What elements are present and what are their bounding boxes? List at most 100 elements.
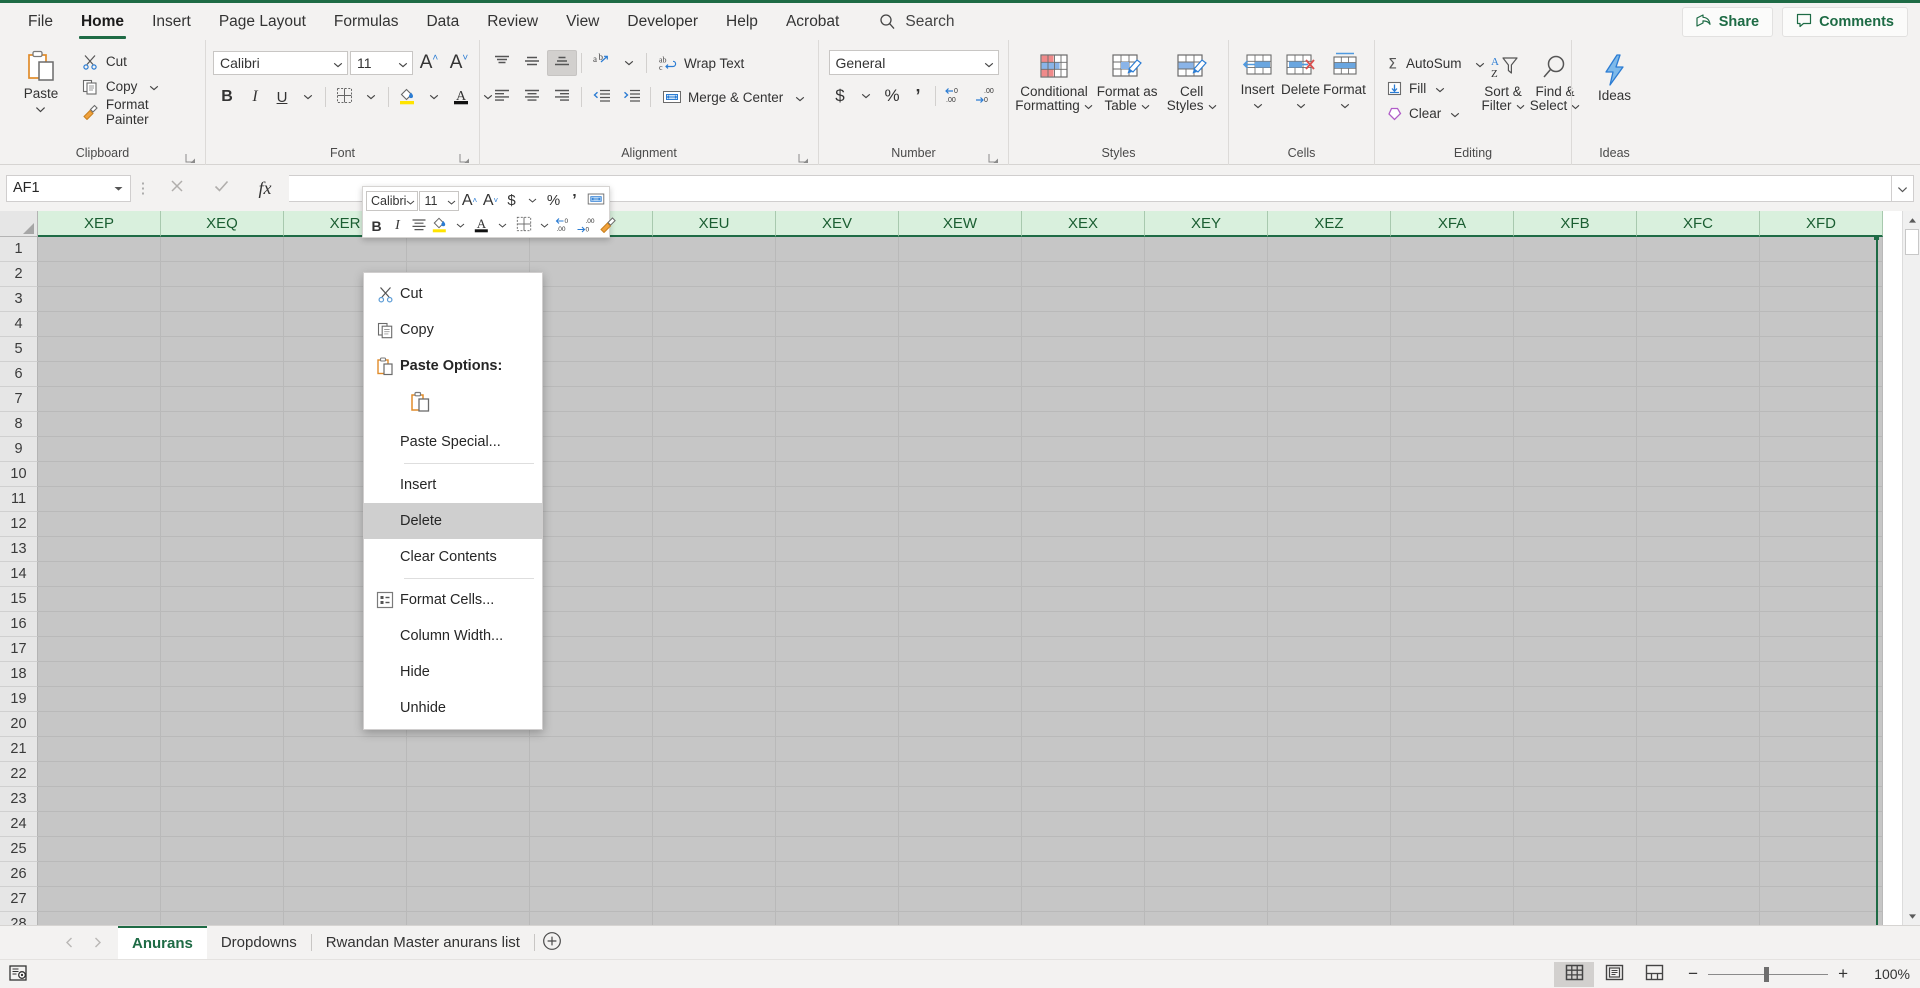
cell-XER28[interactable] xyxy=(284,912,407,925)
cell-XEU1[interactable] xyxy=(653,237,776,262)
cell-XFA23[interactable] xyxy=(1391,787,1514,812)
cell-XEQ21[interactable] xyxy=(161,737,284,762)
cell-XFA12[interactable] xyxy=(1391,512,1514,537)
cell-XEP25[interactable] xyxy=(38,837,161,862)
cell-XEW7[interactable] xyxy=(899,387,1022,412)
cell-XEY7[interactable] xyxy=(1145,387,1268,412)
chevron-down-icon[interactable] xyxy=(149,79,159,94)
cell-XFA7[interactable] xyxy=(1391,387,1514,412)
cell-XFB14[interactable] xyxy=(1514,562,1637,587)
font-dialog-launcher[interactable] xyxy=(458,152,470,164)
cell-XFB21[interactable] xyxy=(1514,737,1637,762)
cell-XEX28[interactable] xyxy=(1022,912,1145,925)
sheet-tab-dropdowns[interactable]: Dropdowns xyxy=(207,926,311,960)
cell-XEZ16[interactable] xyxy=(1268,612,1391,637)
cell-styles-button[interactable]: Cell Styles xyxy=(1162,48,1221,113)
cell-XFB24[interactable] xyxy=(1514,812,1637,837)
cell-XFD20[interactable] xyxy=(1760,712,1883,737)
bottom-align-button[interactable] xyxy=(547,50,577,76)
cell-XEP21[interactable] xyxy=(38,737,161,762)
cell-XFB26[interactable] xyxy=(1514,862,1637,887)
cell-XEP23[interactable] xyxy=(38,787,161,812)
cell-XFD21[interactable] xyxy=(1760,737,1883,762)
ribbon-tab-home[interactable]: Home xyxy=(67,2,138,42)
copy-button[interactable]: Copy xyxy=(77,74,198,99)
cell-XEU27[interactable] xyxy=(653,887,776,912)
cell-XEY3[interactable] xyxy=(1145,287,1268,312)
cell-XET28[interactable] xyxy=(530,912,653,925)
cell-XEZ17[interactable] xyxy=(1268,637,1391,662)
column-header-xfa[interactable]: XFA xyxy=(1391,211,1514,237)
number-format-combo[interactable]: General xyxy=(828,50,999,75)
cell-XFD24[interactable] xyxy=(1760,812,1883,837)
cell-XEY24[interactable] xyxy=(1145,812,1268,837)
sheet-tab-anurans[interactable]: Anurans xyxy=(118,925,207,960)
cell-XFD16[interactable] xyxy=(1760,612,1883,637)
cell-XFB5[interactable] xyxy=(1514,337,1637,362)
cell-XEV2[interactable] xyxy=(776,262,899,287)
cell-XEQ5[interactable] xyxy=(161,337,284,362)
cell-XEY15[interactable] xyxy=(1145,587,1268,612)
context-menu-item-cut[interactable]: Cut xyxy=(364,276,542,312)
cell-XET4[interactable] xyxy=(530,312,653,337)
cell-XFC6[interactable] xyxy=(1637,362,1760,387)
cell-XEW8[interactable] xyxy=(899,412,1022,437)
cell-XEY19[interactable] xyxy=(1145,687,1268,712)
font-size-combo[interactable]: 11 xyxy=(350,51,413,75)
cell-XFD1[interactable] xyxy=(1760,237,1883,262)
sheet-nav-prev-button[interactable] xyxy=(56,930,82,956)
row-header-25[interactable]: 25 xyxy=(0,837,38,862)
cell-XEP13[interactable] xyxy=(38,537,161,562)
cell-XEU14[interactable] xyxy=(653,562,776,587)
cell-XEX6[interactable] xyxy=(1022,362,1145,387)
cell-XEY8[interactable] xyxy=(1145,412,1268,437)
cell-XFD8[interactable] xyxy=(1760,412,1883,437)
cell-XFD11[interactable] xyxy=(1760,487,1883,512)
cell-XFA10[interactable] xyxy=(1391,462,1514,487)
cell-XEY16[interactable] xyxy=(1145,612,1268,637)
cell-XEU20[interactable] xyxy=(653,712,776,737)
cell-XFC14[interactable] xyxy=(1637,562,1760,587)
cell-XEV4[interactable] xyxy=(776,312,899,337)
italic-button[interactable]: I xyxy=(241,84,269,110)
cell-XEX18[interactable] xyxy=(1022,662,1145,687)
chevron-down-icon[interactable] xyxy=(393,55,408,71)
cell-XEY17[interactable] xyxy=(1145,637,1268,662)
page-break-preview-button[interactable] xyxy=(1634,962,1674,987)
cell-XEV18[interactable] xyxy=(776,662,899,687)
cell-XEQ15[interactable] xyxy=(161,587,284,612)
cell-XEU10[interactable] xyxy=(653,462,776,487)
cell-XFB19[interactable] xyxy=(1514,687,1637,712)
font-color-button[interactable]: A xyxy=(447,84,475,110)
ribbon-tab-view[interactable]: View xyxy=(552,2,613,42)
cell-XFA20[interactable] xyxy=(1391,712,1514,737)
cell-XEW24[interactable] xyxy=(899,812,1022,837)
cell-XEV16[interactable] xyxy=(776,612,899,637)
cell-XEZ21[interactable] xyxy=(1268,737,1391,762)
cell-XEV20[interactable] xyxy=(776,712,899,737)
cell-XES25[interactable] xyxy=(407,837,530,862)
align-right-button[interactable] xyxy=(547,84,577,110)
vertical-scrollbar-thumb[interactable] xyxy=(1905,229,1919,255)
cell-XFA11[interactable] xyxy=(1391,487,1514,512)
column-header-xfc[interactable]: XFC xyxy=(1637,211,1760,237)
wrap-text-button[interactable]: ab c Wrap Text xyxy=(655,51,747,76)
cell-XEW26[interactable] xyxy=(899,862,1022,887)
number-dialog-launcher[interactable] xyxy=(987,152,999,164)
cell-XER22[interactable] xyxy=(284,762,407,787)
add-sheet-button[interactable] xyxy=(535,926,569,960)
worksheet-grid[interactable]: XEPXEQXERXESXETXEUXEVXEWXEXXEYXEZXFAXFBX… xyxy=(0,211,1920,925)
ideas-button[interactable]: Ideas xyxy=(1587,50,1643,103)
column-header-xfb[interactable]: XFB xyxy=(1514,211,1637,237)
cell-XEZ8[interactable] xyxy=(1268,412,1391,437)
cell-XEQ27[interactable] xyxy=(161,887,284,912)
cell-XEQ25[interactable] xyxy=(161,837,284,862)
cell-XEZ14[interactable] xyxy=(1268,562,1391,587)
chevron-down-icon[interactable] xyxy=(1208,99,1217,113)
cell-XEP8[interactable] xyxy=(38,412,161,437)
cell-XEY28[interactable] xyxy=(1145,912,1268,925)
cell-XEV27[interactable] xyxy=(776,887,899,912)
column-header-xfd[interactable]: XFD xyxy=(1760,211,1883,237)
cell-XFD28[interactable] xyxy=(1760,912,1883,925)
cell-XEV21[interactable] xyxy=(776,737,899,762)
